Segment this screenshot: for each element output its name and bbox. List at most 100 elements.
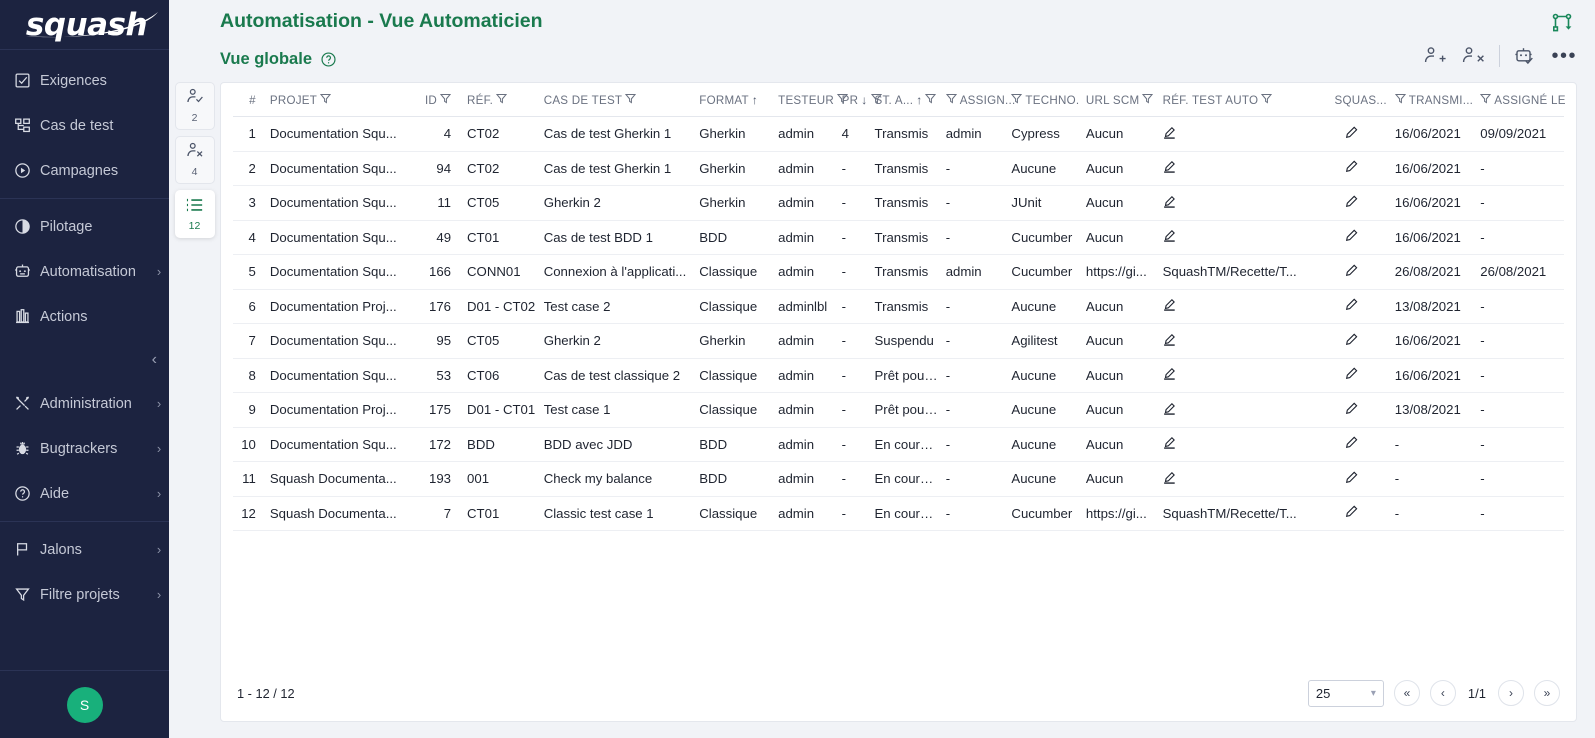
th-index[interactable]: # <box>233 83 266 117</box>
sort-desc-icon[interactable]: ↓ <box>861 93 867 107</box>
pencil-underline-icon[interactable] <box>1163 229 1176 242</box>
cell-ref-test-auto[interactable] <box>1159 186 1312 221</box>
rail-tab-unassigned[interactable]: 4 <box>175 136 215 184</box>
first-page-button[interactable]: « <box>1394 680 1420 706</box>
filter-funnel-icon[interactable] <box>946 93 957 107</box>
cell-squash[interactable] <box>1312 186 1391 221</box>
cell-ref-test-auto[interactable] <box>1159 393 1312 428</box>
cell-ref-test-auto[interactable]: SquashTM/Recette/T... <box>1159 496 1312 531</box>
sidebar-item-cas-de-test[interactable]: Cas de test <box>0 103 169 148</box>
sort-asc-icon[interactable]: ↑ <box>752 93 758 107</box>
cell-ref-test-auto[interactable] <box>1159 289 1312 324</box>
sidebar-item-aide[interactable]: Aide › <box>0 471 169 516</box>
avatar[interactable]: S <box>67 687 103 723</box>
table-row[interactable]: 8Documentation Squ...53CT06Cas de test c… <box>233 358 1564 393</box>
th-url-scm[interactable]: URL SCM <box>1082 83 1159 117</box>
pencil-icon[interactable] <box>1345 264 1358 277</box>
sidebar-item-bugtrackers[interactable]: Bugtrackers › <box>0 426 169 471</box>
cell-squash[interactable] <box>1312 358 1391 393</box>
pencil-icon[interactable] <box>1345 160 1358 173</box>
more-options-icon[interactable]: ••• <box>1551 51 1577 61</box>
sidebar-item-campagnes[interactable]: Campagnes <box>0 148 169 193</box>
filter-funnel-icon[interactable] <box>925 93 936 107</box>
pencil-icon[interactable] <box>1345 333 1358 346</box>
cell-ref-test-auto[interactable] <box>1159 117 1312 152</box>
th-ref[interactable]: RÉF. <box>463 83 540 117</box>
sidebar-item-pilotage[interactable]: Pilotage <box>0 204 169 249</box>
th-ref-test-auto[interactable]: RÉF. TEST AUTO <box>1159 83 1312 117</box>
table-row[interactable]: 3Documentation Squ...11CT05Gherkin 2Gher… <box>233 186 1564 221</box>
cell-squash[interactable] <box>1312 255 1391 290</box>
cell-squash[interactable] <box>1312 393 1391 428</box>
th-format[interactable]: FORMAT↑ <box>695 83 774 117</box>
pencil-underline-icon[interactable] <box>1163 333 1176 346</box>
sort-asc-icon[interactable]: ↑ <box>916 93 922 107</box>
filter-funnel-icon[interactable] <box>1142 93 1153 107</box>
sidebar-item-automatisation[interactable]: Automatisation › <box>0 249 169 294</box>
pencil-underline-icon[interactable] <box>1163 160 1176 173</box>
th-assigne-le[interactable]: ASSIGNÉ LE <box>1476 83 1564 117</box>
table-row[interactable]: 10Documentation Squ...172BDDBDD avec JDD… <box>233 427 1564 462</box>
filter-funnel-icon[interactable] <box>1261 93 1272 107</box>
app-logo[interactable]: squash <box>0 0 169 50</box>
table-row[interactable]: 9Documentation Proj...175D01 - CT01Test … <box>233 393 1564 428</box>
table-row[interactable]: 12Squash Documenta...7CT01Classic test c… <box>233 496 1564 531</box>
cell-ref-test-auto[interactable] <box>1159 220 1312 255</box>
table-row[interactable]: 7Documentation Squ...95CT05Gherkin 2Gher… <box>233 324 1564 359</box>
filter-funnel-icon[interactable] <box>440 93 451 107</box>
pencil-icon[interactable] <box>1345 436 1358 449</box>
pencil-underline-icon[interactable] <box>1163 402 1176 415</box>
filter-funnel-icon[interactable] <box>1395 93 1406 107</box>
cell-squash[interactable] <box>1312 151 1391 186</box>
table-row[interactable]: 6Documentation Proj...176D01 - CT02Test … <box>233 289 1564 324</box>
th-cas-de-test[interactable]: CAS DE TEST <box>540 83 696 117</box>
pencil-icon[interactable] <box>1345 471 1358 484</box>
rail-tab-assigned[interactable]: 2 <box>175 82 215 130</box>
next-page-button[interactable]: › <box>1498 680 1524 706</box>
th-pr[interactable]: PR↓ <box>838 83 871 117</box>
cell-squash[interactable] <box>1312 496 1391 531</box>
cell-squash[interactable] <box>1312 117 1391 152</box>
cell-ref-test-auto[interactable]: SquashTM/Recette/T... <box>1159 255 1312 290</box>
sidebar-item-exigences[interactable]: Exigences <box>0 58 169 103</box>
th-techno[interactable]: TECHNO. <box>1007 83 1081 117</box>
sidebar-item-actions[interactable]: Actions <box>0 294 169 339</box>
cell-ref-test-auto[interactable] <box>1159 151 1312 186</box>
cell-ref-test-auto[interactable] <box>1159 427 1312 462</box>
page-size-select[interactable]: 25 ▾ <box>1308 680 1384 707</box>
th-assigne-a[interactable]: ASSIGN... <box>942 83 1008 117</box>
table-row[interactable]: 5Documentation Squ...166CONN01Connexion … <box>233 255 1564 290</box>
filter-funnel-icon[interactable] <box>625 93 636 107</box>
pencil-underline-icon[interactable] <box>1163 298 1176 311</box>
pencil-icon[interactable] <box>1345 126 1358 139</box>
filter-funnel-icon[interactable] <box>496 93 507 107</box>
cell-ref-test-auto[interactable] <box>1159 324 1312 359</box>
pencil-underline-icon[interactable] <box>1163 195 1176 208</box>
th-id[interactable]: ID <box>406 83 463 117</box>
table-row[interactable]: 11Squash Documenta...193001Check my bala… <box>233 462 1564 497</box>
th-transmis-le[interactable]: TRANSMI... <box>1391 83 1476 117</box>
pencil-underline-icon[interactable] <box>1163 126 1176 139</box>
sidebar-collapse-button[interactable]: ‹ <box>0 339 169 381</box>
pencil-icon[interactable] <box>1345 367 1358 380</box>
person-add-icon[interactable] <box>1423 46 1447 66</box>
filter-funnel-icon[interactable] <box>1480 93 1491 107</box>
th-testeur[interactable]: TESTEUR <box>774 83 838 117</box>
workflow-green-icon[interactable] <box>1551 12 1573 39</box>
sidebar-item-filtre-projets[interactable]: Filtre projets › <box>0 572 169 617</box>
pencil-icon[interactable] <box>1345 229 1358 242</box>
cell-ref-test-auto[interactable] <box>1159 358 1312 393</box>
last-page-button[interactable]: » <box>1534 680 1560 706</box>
filter-funnel-icon[interactable] <box>320 93 331 107</box>
pencil-underline-icon[interactable] <box>1163 367 1176 380</box>
pencil-icon[interactable] <box>1345 298 1358 311</box>
person-remove-icon[interactable] <box>1461 46 1485 66</box>
table-row[interactable]: 1Documentation Squ...4CT02Cas de test Gh… <box>233 117 1564 152</box>
prev-page-button[interactable]: ‹ <box>1430 680 1456 706</box>
th-squash[interactable]: SQUAS... <box>1312 83 1391 117</box>
table-row[interactable]: 4Documentation Squ...49CT01Cas de test B… <box>233 220 1564 255</box>
pencil-underline-icon[interactable] <box>1163 436 1176 449</box>
th-statut-auto[interactable]: ST. A...↑ <box>871 83 942 117</box>
cell-squash[interactable] <box>1312 462 1391 497</box>
filter-funnel-icon[interactable] <box>1011 93 1022 107</box>
